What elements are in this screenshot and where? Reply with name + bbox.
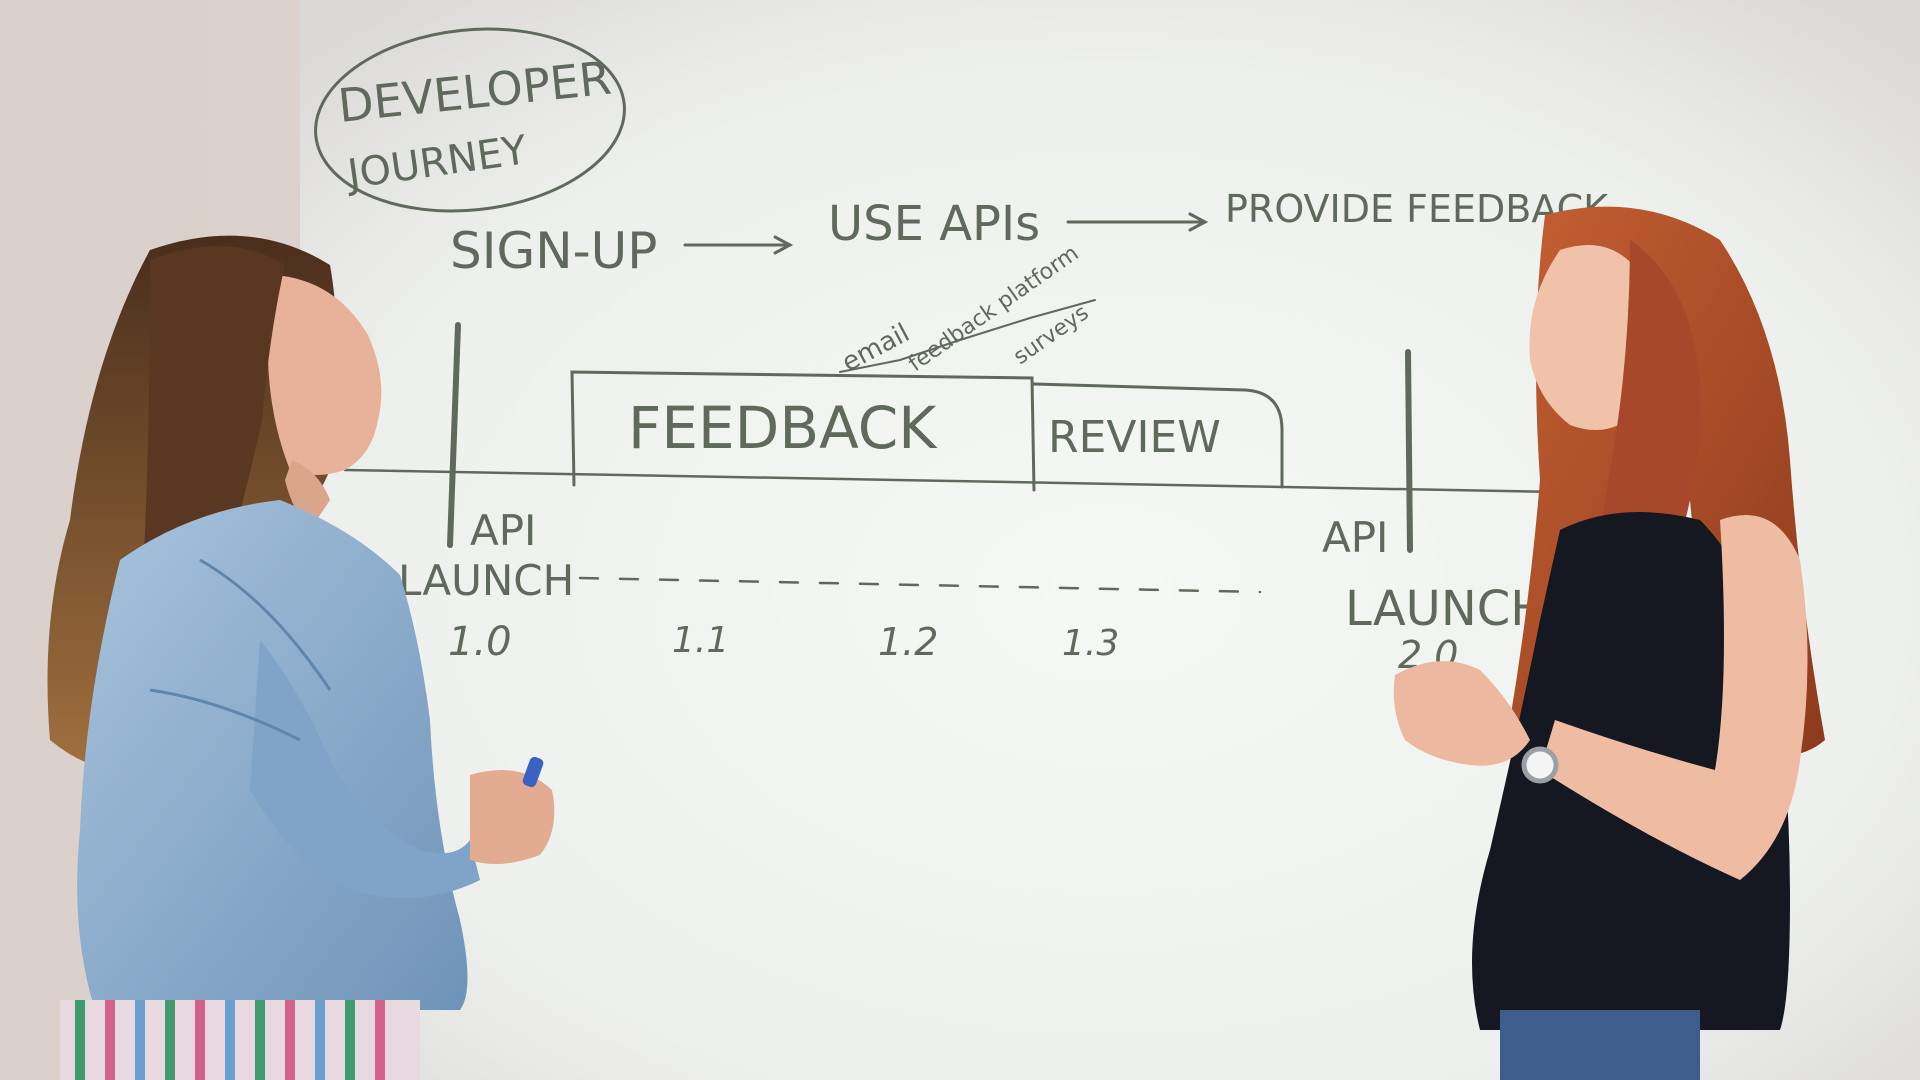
version-1-3: 1.3 [1062,623,1119,664]
photo-scene: DEVELOPER JOURNEY SIGN-UP USE APIs PROVI… [0,0,1920,1080]
launch-right-label-line2: LAUNCH [1345,581,1546,637]
left-person-striped-skirt [60,1000,420,1080]
launch-right-label-line1: API [1322,513,1388,562]
phase-feedback-label: FEEDBACK [628,394,938,462]
phase-review-label: REVIEW [1048,412,1221,463]
flow-step-use-apis: USE APIs [828,196,1040,252]
launch-marker-right [1405,349,1413,553]
left-person-hand [470,770,555,864]
version-1-1: 1.1 [672,620,729,661]
flow-step-signup: SIGN-UP [450,222,657,280]
version-1-0: 1.0 [448,619,512,665]
version-1-2: 1.2 [878,620,938,664]
right-person-watch [1521,746,1559,784]
launch-left-label-line2: LAUNCH [398,556,574,605]
launch-left-label-line1: API [470,506,536,555]
right-person-jeans [1500,1010,1700,1080]
